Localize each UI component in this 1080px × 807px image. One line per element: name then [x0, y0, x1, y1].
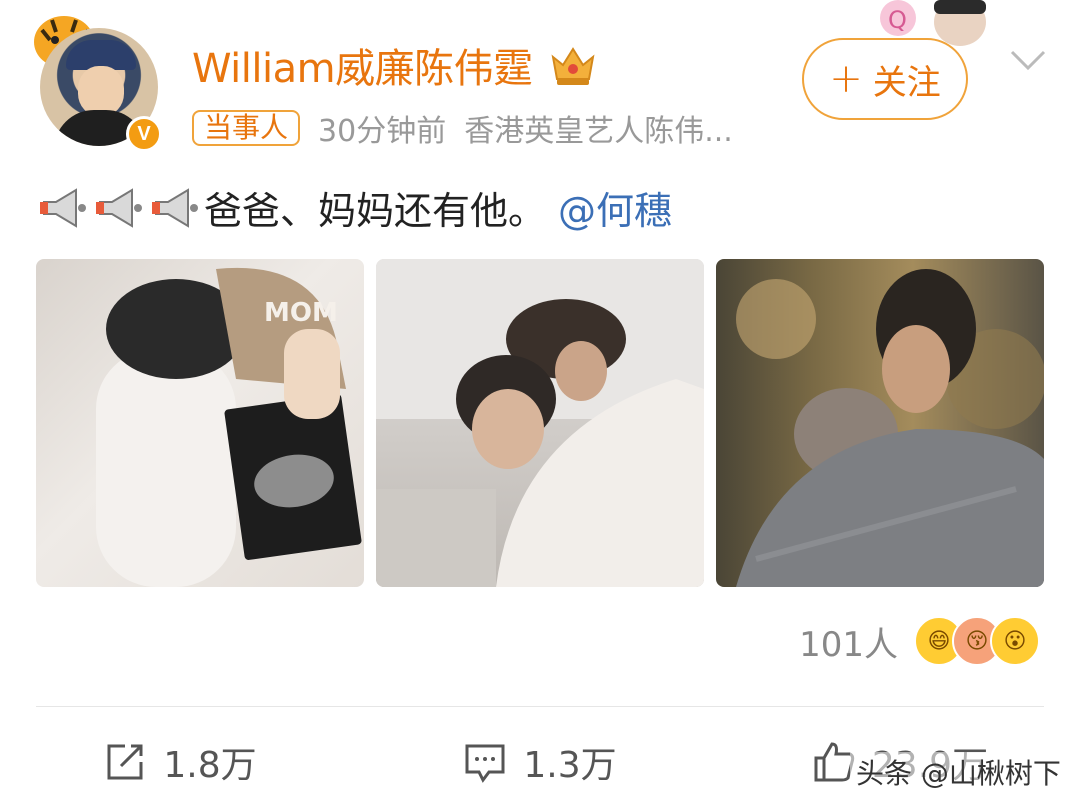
comment-count: 1.3万 — [523, 745, 617, 786]
photo-1[interactable]: MOM — [36, 259, 364, 587]
reaction-count: 101人 — [799, 624, 898, 665]
post-time: 30分钟前 — [318, 114, 447, 149]
repost-button[interactable]: 1.8万 — [0, 730, 360, 794]
author-name[interactable]: William威廉陈伟霆 — [192, 36, 533, 94]
author-tag: 当事人 — [192, 110, 301, 146]
megaphone-icon — [96, 187, 142, 228]
post-source[interactable]: 香港英皇艺人陈伟... — [464, 106, 733, 150]
reaction-emojis: 😄 😚 😮 — [914, 616, 1040, 666]
author-avatar[interactable]: V — [30, 10, 162, 152]
verified-badge: V — [126, 116, 162, 152]
repost-icon — [107, 744, 143, 780]
follow-button[interactable]: + 关注 — [802, 38, 968, 120]
photo-2[interactable] — [376, 259, 704, 587]
post-text: 爸爸、妈妈还有他。 — [204, 189, 547, 233]
svg-text:MOM: MOM — [264, 298, 338, 328]
megaphone-icon — [152, 187, 198, 228]
photo-3[interactable] — [716, 259, 1044, 587]
reactions-summary[interactable]: 101人 😄 😚 😮 — [799, 616, 1040, 666]
photo-grid: MOM — [36, 259, 1044, 587]
author-name-row: William威廉陈伟霆 — [192, 36, 599, 94]
comment-icon — [465, 744, 505, 783]
surprised-emoji-icon: 😮 — [990, 616, 1040, 666]
comment-button[interactable]: 1.3万 — [360, 730, 720, 794]
follow-label: 关注 — [872, 62, 941, 103]
megaphone-icon — [40, 187, 86, 228]
plus-icon: + — [829, 56, 863, 102]
chevron-down-icon[interactable] — [1008, 44, 1048, 74]
source-watermark: 头条 @山楸树下 — [850, 752, 1067, 792]
divider — [36, 706, 1044, 707]
post-body: 爸爸、妈妈还有他。 @何穗 — [36, 180, 672, 235]
crown-icon[interactable] — [547, 43, 599, 87]
svg-text:Q: Q — [888, 6, 907, 34]
mention-link[interactable]: @何穗 — [558, 180, 672, 235]
post-meta: 当事人 30分钟前 香港英皇艺人陈伟... — [192, 106, 733, 150]
repost-count: 1.8万 — [163, 745, 257, 786]
